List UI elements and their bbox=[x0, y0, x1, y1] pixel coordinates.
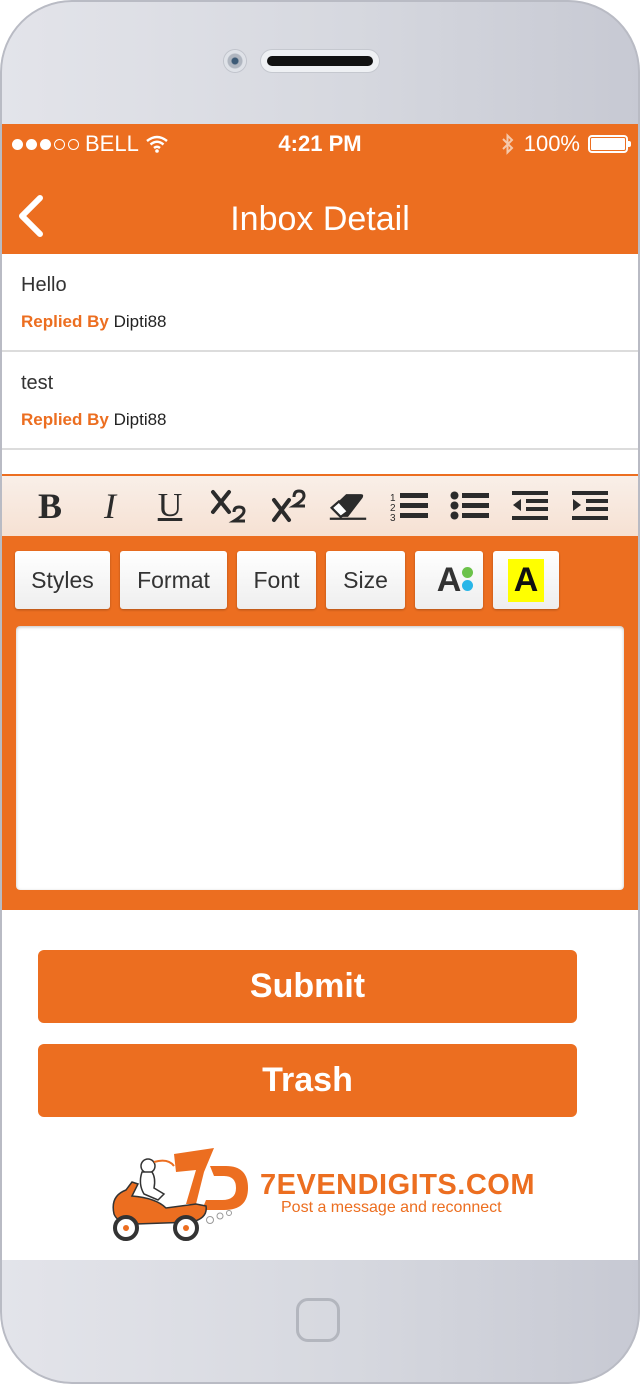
indent-icon bbox=[572, 491, 608, 520]
battery-icon bbox=[588, 135, 631, 153]
editor-toolbar: B I U 1 2 3 bbox=[0, 474, 640, 536]
message-editor[interactable] bbox=[16, 626, 624, 890]
numbered-list-button[interactable]: 1 2 3 bbox=[390, 486, 430, 526]
editor-panel: Styles Format Font Size A A bbox=[0, 536, 640, 910]
replied-by-user: Dipti88 bbox=[113, 312, 167, 331]
message-meta: Replied By Dipti88 bbox=[21, 410, 167, 430]
svg-text:3: 3 bbox=[390, 513, 396, 522]
brand-tagline: Post a message and reconnect bbox=[281, 1199, 502, 1216]
color-dot-green bbox=[462, 566, 474, 578]
numbered-list-icon: 1 2 3 bbox=[390, 493, 428, 522]
top-bezel bbox=[0, 0, 640, 124]
camera-icon bbox=[224, 50, 246, 72]
bullet-list-button[interactable] bbox=[450, 486, 490, 526]
eraser-button[interactable] bbox=[328, 486, 368, 526]
text-color-glyph: A bbox=[436, 560, 462, 599]
indent-button[interactable] bbox=[570, 486, 610, 526]
battery-percent: 100% bbox=[523, 131, 580, 156]
size-dropdown[interactable]: Size bbox=[326, 551, 405, 609]
text-color-button[interactable]: A bbox=[415, 551, 483, 609]
message-body: test bbox=[21, 372, 54, 394]
color-dot-blue bbox=[462, 579, 474, 591]
bullet-list-icon bbox=[450, 491, 489, 520]
subscript-icon bbox=[211, 490, 246, 523]
nav-bar: Inbox Detail bbox=[0, 164, 640, 254]
screen: BELL 4:21 PM 100% Inbox Detail Hello Rep… bbox=[0, 124, 640, 1260]
bluetooth-icon bbox=[502, 133, 514, 155]
trash-button[interactable]: Trash bbox=[38, 1044, 577, 1117]
font-dropdown[interactable]: Font bbox=[237, 551, 316, 609]
list-item[interactable]: test Replied By Dipti88 bbox=[0, 352, 640, 450]
highlight-icon: A bbox=[507, 558, 545, 602]
superscript-icon bbox=[272, 489, 306, 522]
subscript-button[interactable] bbox=[210, 486, 250, 526]
outdent-icon bbox=[512, 491, 548, 520]
styles-dropdown[interactable]: Styles bbox=[15, 551, 110, 609]
home-button[interactable] bbox=[296, 1298, 340, 1342]
speaker-icon bbox=[261, 50, 379, 72]
brand-name: 7EVENDIGITS.COM bbox=[260, 1169, 535, 1201]
replied-by-user: Dipti88 bbox=[113, 410, 167, 429]
text-color-icon: A bbox=[436, 560, 474, 600]
message-body: Hello bbox=[21, 274, 67, 296]
italic-button[interactable]: I bbox=[90, 486, 130, 526]
format-dropdown[interactable]: Format bbox=[120, 551, 227, 609]
superscript-button[interactable] bbox=[270, 486, 310, 526]
outdent-button[interactable] bbox=[510, 486, 550, 526]
bold-button[interactable]: B bbox=[30, 486, 70, 526]
underline-button[interactable]: U bbox=[150, 486, 190, 526]
background-color-button[interactable]: A bbox=[493, 551, 559, 609]
list-item[interactable]: Hello Replied By Dipti88 bbox=[0, 254, 640, 352]
status-bar: BELL 4:21 PM 100% bbox=[0, 124, 640, 164]
submit-button[interactable]: Submit bbox=[38, 950, 577, 1023]
phone-frame: BELL 4:21 PM 100% Inbox Detail Hello Rep… bbox=[0, 0, 640, 1384]
replied-by-label: Replied By bbox=[21, 410, 109, 429]
message-meta: Replied By Dipti88 bbox=[21, 312, 167, 332]
replied-by-label: Replied By bbox=[21, 312, 109, 331]
eraser-icon bbox=[329, 494, 367, 520]
page-title: Inbox Detail bbox=[230, 200, 410, 238]
